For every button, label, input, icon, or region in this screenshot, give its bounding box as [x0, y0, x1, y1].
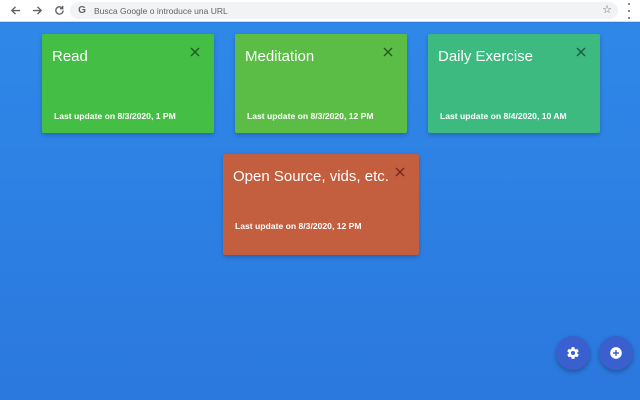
habit-card[interactable]: Daily Exercise Last update on 8/4/2020, … [428, 34, 600, 133]
habit-card-last-update: Last update on 8/3/2020, 12 PM [247, 111, 374, 121]
gear-icon [567, 347, 579, 359]
habit-card-title: Open Source, vids, etc. [233, 168, 389, 185]
habit-card-last-update: Last update on 8/3/2020, 1 PM [54, 111, 176, 121]
close-icon[interactable] [188, 45, 202, 59]
habit-card[interactable]: Read Last update on 8/3/2020, 1 PM [42, 34, 214, 133]
bookmark-star-icon[interactable]: ☆ [602, 3, 612, 16]
habit-card[interactable]: Meditation Last update on 8/3/2020, 12 P… [235, 34, 407, 133]
plus-circle-icon [610, 347, 622, 359]
habit-card-title: Read [52, 48, 88, 65]
close-icon[interactable] [574, 45, 588, 59]
habit-board: Read Last update on 8/3/2020, 1 PM Medit… [0, 23, 640, 400]
arrow-right-icon [32, 6, 42, 15]
back-button[interactable] [6, 2, 24, 20]
habit-card-title: Daily Exercise [438, 48, 534, 65]
google-icon: G [78, 5, 86, 16]
add-habit-button[interactable] [599, 336, 633, 370]
habit-card-last-update: Last update on 8/3/2020, 12 PM [235, 221, 362, 231]
close-icon[interactable] [393, 165, 407, 179]
address-bar-placeholder: Busca Google o introduce una URL [94, 5, 228, 16]
settings-button[interactable] [556, 336, 590, 370]
forward-button[interactable] [28, 2, 46, 20]
reload-icon [54, 5, 64, 15]
address-bar[interactable]: G Busca Google o introduce una URL ☆ [70, 2, 618, 19]
habit-card-title: Meditation [245, 48, 315, 65]
browser-toolbar: G Busca Google o introduce una URL ☆ [0, 0, 640, 22]
reload-button[interactable] [50, 2, 68, 20]
browser-menu-icon[interactable] [624, 3, 634, 19]
habit-card-last-update: Last update on 8/4/2020, 10 AM [440, 111, 567, 121]
arrow-left-icon [10, 6, 20, 15]
close-icon[interactable] [381, 45, 395, 59]
habit-card[interactable]: Open Source, vids, etc. Last update on 8… [223, 154, 419, 255]
